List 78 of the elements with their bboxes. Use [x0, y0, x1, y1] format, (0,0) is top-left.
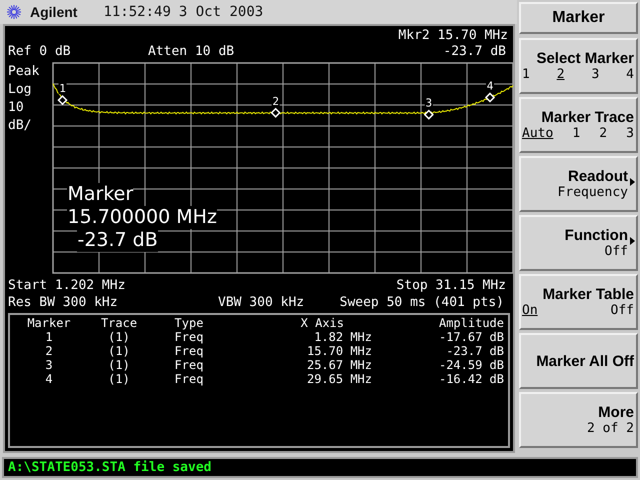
column-header: Trace [100, 316, 138, 330]
marker-readout: -23.7 dB [77, 229, 158, 252]
marker-readout: Marker [67, 183, 134, 206]
table-cell-text: 29.65 MHz [306, 372, 373, 386]
marker-frequency: Mkr2 15.70 MHz [398, 28, 508, 43]
softkey[interactable]: Readout Frequency [519, 156, 638, 212]
reference-level: Ref 0 dB [8, 44, 72, 58]
softkey-label: Marker Trace [540, 109, 634, 126]
softkey-label: Function [564, 227, 628, 244]
softkey[interactable]: Select Marker 1 2 3 4 [519, 38, 638, 94]
marker-number: 2 [272, 94, 280, 108]
softkey-option[interactable]: 3 [626, 126, 634, 141]
table-cell-text: 1 [44, 330, 54, 344]
start-frequency: Start 1.202 MHz [8, 278, 126, 293]
table-cell-text: 1.82 MHz [313, 330, 373, 344]
scale-label: dB/ [8, 117, 32, 135]
scale-label: Peak [8, 63, 40, 81]
softkey-option[interactable]: 3 [591, 67, 600, 82]
status-message: A:\STATE053.STA file saved [2, 457, 638, 478]
time: 11:52:49 [103, 4, 171, 20]
table-cell-text: (1) [107, 358, 131, 372]
table-cell-text: -17.67 dB [438, 330, 504, 344]
softkey-option[interactable]: 4 [626, 67, 634, 82]
table-cell-text: 2 [44, 344, 54, 358]
softkey-label: Select Marker [535, 50, 634, 67]
softkey-option[interactable]: 1 [522, 67, 530, 82]
attenuation: Atten 10 dB [148, 44, 236, 58]
marker-number: 4 [487, 79, 494, 92]
table-cell-text: 4 [44, 372, 54, 386]
table-cell-text: -23.7 dB [445, 344, 504, 358]
table-cell-text: 15.70 MHz [306, 344, 373, 358]
softkey-option[interactable]: Auto [522, 126, 554, 141]
marker-amplitude: -23.7 dB [443, 44, 506, 58]
softkey-option[interactable]: 1 [572, 126, 580, 141]
table-cell-text: Freq [174, 330, 204, 344]
softkey-label: Marker Table [542, 286, 634, 303]
table-cell-text: -24.59 dB [438, 358, 504, 372]
softkey-option[interactable]: Off [610, 303, 634, 318]
table-cell-text: (1) [107, 330, 131, 344]
marker-readout: 15.700000 MHz [67, 206, 217, 229]
softkey[interactable]: Marker Table On Off [519, 274, 638, 330]
starburst-logo-icon [6, 4, 22, 20]
table-cell-text: (1) [107, 344, 131, 358]
softkey-value: Off [604, 244, 628, 259]
marker-number: 3 [426, 96, 433, 110]
softkey-option[interactable]: 2 [556, 67, 565, 82]
brand-name: Agilent [30, 4, 78, 20]
resolution-bandwidth: Res BW 300 kHz [8, 294, 119, 310]
column-header: Type [174, 316, 204, 330]
softkey-option[interactable]: 2 [599, 126, 608, 141]
softkey[interactable]: Marker Trace Auto 1 2 3 [519, 97, 638, 153]
softkey-label: Marker All Off [535, 352, 634, 370]
table-cell-text: Freq [174, 344, 204, 358]
scale-label: Log [8, 81, 32, 99]
scale-label: 10 [8, 99, 25, 117]
softkey-label: Readout [567, 168, 628, 185]
date: 3 Oct 2003 [178, 4, 264, 20]
stop-frequency: Stop 31.15 MHz [396, 278, 506, 293]
softkey[interactable]: More 2 of 2 [519, 392, 638, 448]
softkey-value: 2 of 2 [586, 421, 634, 436]
softkey-option[interactable]: On [522, 303, 538, 318]
sweep-time: Sweep 50 ms (401 pts) [340, 294, 504, 310]
softkey-label: More [597, 404, 634, 421]
table-cell-text: (1) [107, 372, 131, 386]
column-header: Marker [26, 316, 72, 330]
table-cell-text: 25.67 MHz [306, 358, 373, 372]
table-cell-text: -16.42 dB [438, 372, 504, 386]
table-cell-text: Freq [174, 358, 204, 372]
video-bandwidth: VBW 300 kHz [218, 294, 306, 310]
softkey[interactable]: Function Off [519, 215, 638, 271]
column-header: X Axis [300, 316, 345, 330]
table-cell-text: 3 [44, 358, 54, 372]
marker-number: 1 [60, 82, 66, 96]
softkey-value: Frequency [556, 185, 628, 200]
column-header: Amplitude [438, 316, 504, 330]
table-cell-text: Freq [174, 372, 204, 386]
softkey[interactable]: Marker All Off [519, 333, 638, 389]
menu-title: Marker [519, 2, 638, 34]
